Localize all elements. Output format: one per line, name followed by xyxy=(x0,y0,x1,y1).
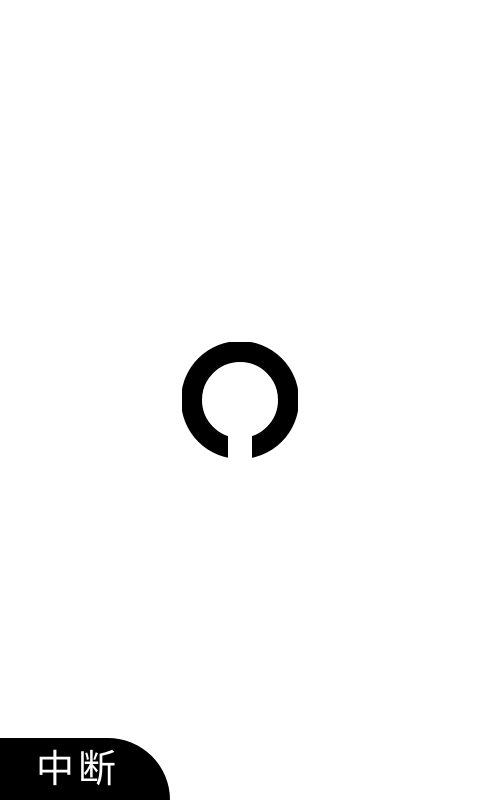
abort-button-label: 中断 xyxy=(36,747,121,791)
abort-button[interactable]: 中断 xyxy=(0,738,170,800)
loading-screen: 中断 xyxy=(0,0,480,800)
loading-ring-icon xyxy=(180,341,300,461)
